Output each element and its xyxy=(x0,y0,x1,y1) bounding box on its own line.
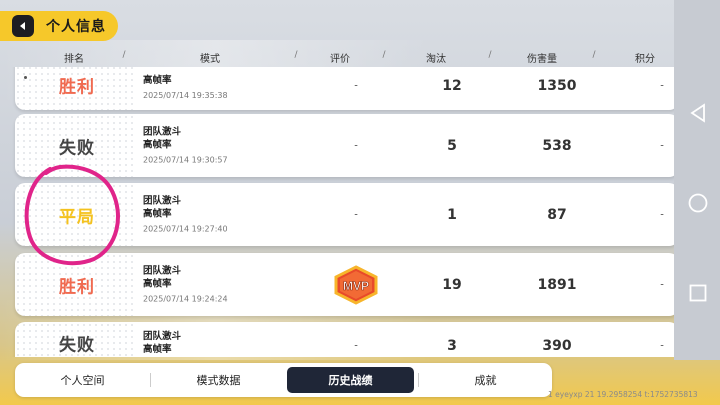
match-time: 2025/07/14 19:27:40 xyxy=(143,224,228,233)
match-history-list[interactable]: 胜利 高帧率 2025/07/14 19:35:38 - 12 1350 - 失… xyxy=(0,67,680,357)
column-score: 积分 xyxy=(635,54,655,65)
match-quality: 高帧率 xyxy=(143,74,172,86)
page-title: 个人信息 xyxy=(46,19,106,35)
tab-match-history[interactable]: 历史战绩 xyxy=(287,367,414,393)
column-separator: / xyxy=(592,50,596,60)
match-time: 2025/07/14 19:35:38 xyxy=(143,90,228,100)
debug-info-text: 1 eyeyxp 21 19.2958254 t:1752735813 xyxy=(548,390,698,399)
match-rating: - xyxy=(354,340,358,352)
match-damage: 1891 xyxy=(537,276,577,293)
nav-home-icon[interactable] xyxy=(687,192,709,214)
match-score: - xyxy=(660,80,664,92)
match-quality: 高帧率 xyxy=(143,139,172,150)
match-score: - xyxy=(660,140,664,151)
match-eliminations: 19 xyxy=(442,276,462,293)
match-rating: - xyxy=(354,140,358,151)
scroll-indicator-dot xyxy=(24,76,27,79)
back-arrow-icon xyxy=(20,22,25,30)
match-quality: 高帧率 xyxy=(143,278,172,289)
match-mode-name: 团队激斗 xyxy=(143,265,182,276)
match-score: - xyxy=(660,279,664,290)
match-result: 胜利 xyxy=(59,277,95,297)
column-rating: 评价 xyxy=(330,54,350,65)
match-damage: 390 xyxy=(542,337,572,354)
match-mode: 团队激斗 高帧率 2025/07/14 19:30:57 xyxy=(143,125,228,166)
match-time: 2025/07/14 19:24:24 xyxy=(143,294,228,303)
system-nav-bar xyxy=(674,0,720,360)
match-row[interactable]: 失败 团队激斗 高帧率 2025/07/14 19:30:57 - 5 538 … xyxy=(15,114,679,177)
match-result: 失败 xyxy=(59,335,95,356)
match-row[interactable]: 失败 团队激斗 高帧率 - 3 390 - xyxy=(15,322,679,357)
nav-recent-icon[interactable] xyxy=(687,282,709,304)
match-time: 2025/07/14 19:30:57 xyxy=(143,155,228,164)
table-header: 排名 / 模式 / 评价 / 淘汰 / 伤害量 / 积分 xyxy=(14,45,674,67)
match-row[interactable]: 胜利 团队激斗 高帧率 2025/07/14 19:24:24 MVP 19 1… xyxy=(15,253,679,316)
match-mode-name: 团队激斗 xyxy=(143,331,182,343)
match-rating: - xyxy=(354,80,358,92)
mvp-badge-label: MVP xyxy=(343,279,369,293)
match-row[interactable]: 胜利 高帧率 2025/07/14 19:35:38 - 12 1350 - xyxy=(15,67,679,110)
tab-personal-space[interactable]: 个人空间 xyxy=(15,367,150,393)
column-separator: / xyxy=(122,50,126,60)
match-eliminations: 5 xyxy=(447,137,457,154)
column-separator: / xyxy=(294,50,298,60)
match-mode: 团队激斗 高帧率 2025/07/14 19:27:40 xyxy=(143,194,228,235)
match-score: - xyxy=(660,340,664,352)
match-damage: 87 xyxy=(547,206,567,223)
column-rank: 排名 xyxy=(64,54,84,65)
column-separator: / xyxy=(488,50,492,60)
match-row[interactable]: 平局 团队激斗 高帧率 2025/07/14 19:27:40 - 1 87 - xyxy=(15,183,679,246)
page-header: 个人信息 xyxy=(0,11,118,41)
column-eliminations: 淘汰 xyxy=(426,54,446,65)
match-quality: 高帧率 xyxy=(143,344,172,356)
column-damage: 伤害量 xyxy=(527,54,557,65)
nav-back-icon[interactable] xyxy=(687,102,709,124)
match-score: - xyxy=(660,209,664,220)
match-mode: 团队激斗 高帧率 xyxy=(143,330,181,356)
match-damage: 538 xyxy=(542,137,572,154)
match-damage: 1350 xyxy=(537,78,577,95)
match-result: 平局 xyxy=(59,207,95,227)
bottom-tab-bar: 个人空间 模式数据 历史战绩 成就 xyxy=(15,363,552,397)
match-mode: 高帧率 2025/07/14 19:35:38 xyxy=(143,74,228,102)
match-eliminations: 12 xyxy=(442,78,462,95)
match-eliminations: 1 xyxy=(447,206,457,223)
match-eliminations: 3 xyxy=(447,337,457,354)
column-separator: / xyxy=(382,50,386,60)
back-button[interactable] xyxy=(12,15,34,37)
match-mode: 团队激斗 高帧率 2025/07/14 19:24:24 xyxy=(143,264,228,305)
mvp-badge-icon: MVP xyxy=(334,265,378,305)
match-quality: 高帧率 xyxy=(143,208,172,219)
match-mode-name: 团队激斗 xyxy=(143,195,182,206)
match-result: 胜利 xyxy=(59,77,95,98)
tab-achievements[interactable]: 成就 xyxy=(419,367,552,393)
match-mode-name: 团队激斗 xyxy=(143,126,182,137)
column-mode: 模式 xyxy=(200,54,220,65)
match-rating: - xyxy=(354,209,358,220)
match-result: 失败 xyxy=(59,138,95,158)
tab-mode-data[interactable]: 模式数据 xyxy=(151,367,286,393)
